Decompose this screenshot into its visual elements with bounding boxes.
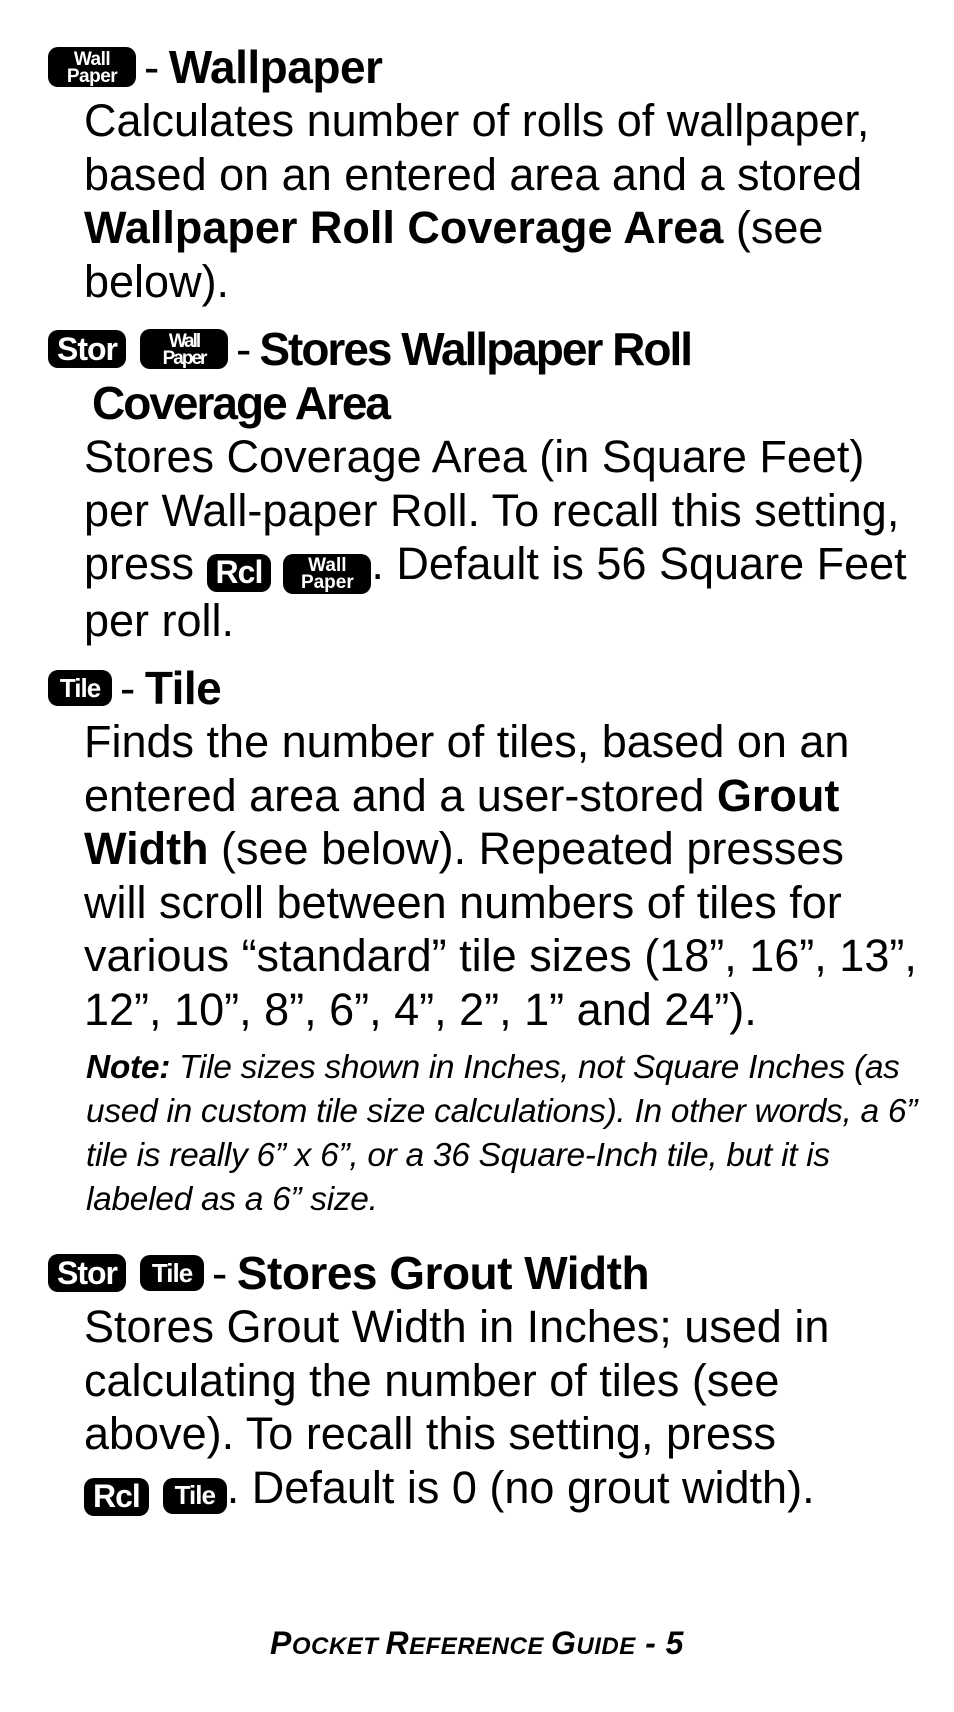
- page-footer: POCKET REFERENCE GUIDE - 5: [0, 1625, 954, 1662]
- page-content: Wall Paper - Wallpaper Calculates number…: [48, 40, 918, 1530]
- section-body: Stores Grout Width in Inches; used in ca…: [48, 1300, 918, 1516]
- key-label-line1: Wall: [73, 48, 111, 70]
- footer-text: EFERENCE: [409, 1633, 551, 1660]
- wallpaper-key-icon: Wall Paper: [48, 47, 136, 87]
- stor-key-icon: Stor: [48, 1254, 126, 1293]
- wallpaper-key-icon: Wall Paper: [140, 329, 228, 369]
- section-tile: Tile - Tile Finds the number of tiles, b…: [48, 661, 918, 1222]
- body-text: Stores Grout Width in Inches; used in ca…: [84, 1301, 830, 1460]
- body-text: Calculates number of rolls of wallpaper,…: [84, 95, 870, 200]
- footer-text: G: [551, 1625, 577, 1661]
- section-title: Tile: [144, 662, 222, 715]
- section-heading: Stor Tile - Stores Grout Width: [48, 1246, 918, 1300]
- section-title: Stores Grout Width: [236, 1247, 650, 1300]
- key-label-line1: Wall: [168, 330, 201, 352]
- page-number: - 5: [635, 1625, 684, 1661]
- rcl-key-icon: Rcl: [84, 1477, 149, 1516]
- footer-text: OCKET: [291, 1633, 386, 1660]
- section-stores-wallpaper-coverage: Stor Wall Paper - Stores Wallpaper Roll …: [48, 322, 918, 647]
- section-title: Stores Wallpaper Roll: [259, 323, 693, 375]
- note-text: Tile sizes shown in Inches, not Square I…: [86, 1049, 918, 1219]
- section-wallpaper: Wall Paper - Wallpaper Calculates number…: [48, 40, 918, 308]
- section-title: Wallpaper: [168, 41, 383, 93]
- footer-text: R: [385, 1625, 410, 1661]
- footer-text: P: [270, 1625, 292, 1661]
- section-heading: Wall Paper - Wallpaper: [48, 40, 918, 94]
- section-body: Calculates number of rolls of wallpaper,…: [48, 94, 918, 308]
- note: Note: Tile sizes shown in Inches, not Sq…: [48, 1046, 918, 1222]
- note-label: Note:: [86, 1049, 171, 1087]
- section-heading: Stor Wall Paper - Stores Wallpaper Roll: [48, 322, 918, 376]
- section-body: Stores Coverage Area (in Square Feet) pe…: [48, 430, 918, 647]
- separator: -: [212, 1247, 227, 1300]
- body-bold-term: Wallpaper Roll Coverage Area: [84, 202, 724, 253]
- section-stores-grout-width: Stor Tile - Stores Grout Width Stores Gr…: [48, 1246, 918, 1516]
- rcl-key-icon: Rcl: [206, 553, 272, 592]
- separator: -: [236, 323, 251, 375]
- footer-text: UIDE: [576, 1633, 636, 1660]
- body-text: (see below). Repeated presses will scrol…: [84, 823, 917, 1035]
- separator: -: [120, 662, 135, 715]
- section-heading: Tile - Tile: [48, 661, 918, 715]
- key-label-line2: Paper: [300, 572, 354, 594]
- section-body: Finds the number of tiles, based on an e…: [48, 715, 918, 1036]
- key-label-line2: Paper: [162, 347, 208, 369]
- separator: -: [144, 41, 159, 93]
- tile-key-icon: Tile: [140, 1255, 204, 1292]
- wallpaper-key-icon: Wall Paper: [283, 553, 372, 594]
- tile-key-icon: Tile: [48, 670, 112, 707]
- stor-key-icon: Stor: [48, 330, 126, 368]
- section-title-continued: Coverage Area: [92, 377, 391, 429]
- key-label-line2: Paper: [66, 65, 118, 87]
- body-text: . Default is 0 (no grout width).: [226, 1461, 815, 1513]
- tile-key-icon: Tile: [162, 1477, 227, 1514]
